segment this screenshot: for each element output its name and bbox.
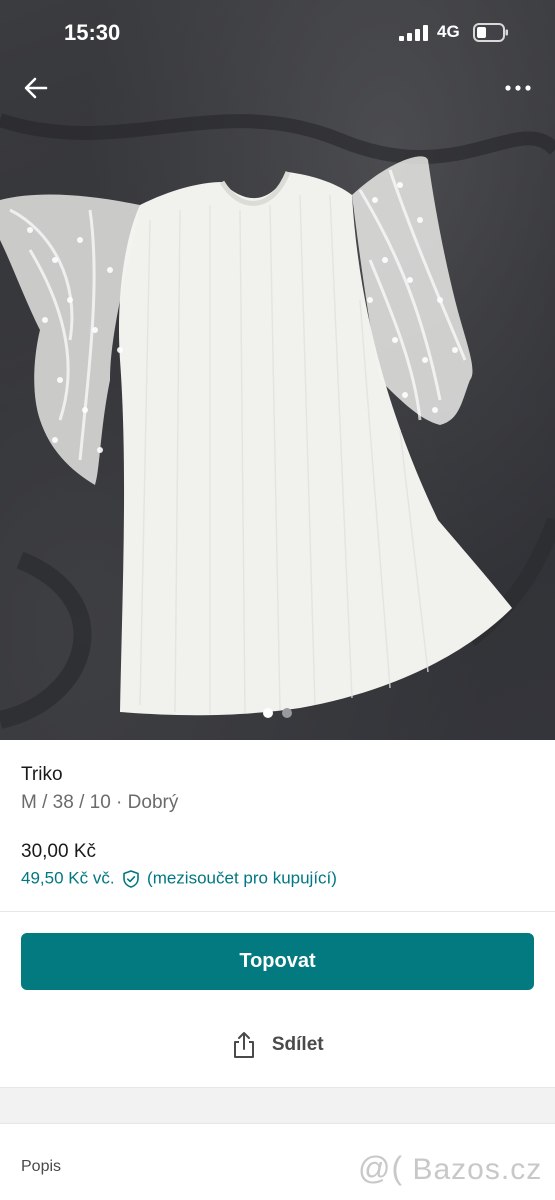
watermark-text: Bazos.cz — [412, 1153, 543, 1186]
share-label: Sdílet — [271, 1034, 324, 1055]
garment-image — [0, 113, 555, 729]
item-details: M / 38 / 10 · Dobrý — [21, 792, 179, 813]
buyer-price: 49,50 Kč vč. — [21, 868, 115, 888]
description-heading: Popis — [21, 1158, 62, 1175]
gallery-pagination — [0, 708, 555, 720]
bump-button[interactable]: Topovat — [21, 933, 534, 990]
item-photo[interactable]: 15:30 4G — [0, 0, 555, 740]
status-time: 15:30 — [64, 20, 121, 45]
gallery-dot[interactable] — [281, 708, 292, 718]
network-type: 4G — [437, 22, 460, 41]
buyer-price-note: (mezisoučet pro kupující) — [147, 868, 337, 888]
divider — [0, 911, 555, 912]
item-price: 30,00 Kč — [21, 841, 96, 862]
gallery-dot-active[interactable] — [263, 708, 274, 718]
arrow-left-icon[interactable] — [20, 72, 52, 104]
status-bar: 15:30 4G — [0, 0, 555, 66]
buyer-price-info[interactable]: 49,50 Kč vč. (mezisoučet pro kupující) — [21, 868, 337, 890]
more-horizontal-icon[interactable] — [502, 76, 534, 100]
battery-icon — [473, 23, 508, 42]
signal-icon — [399, 25, 428, 41]
item-title: Triko — [21, 764, 63, 785]
watermark-logo: @( — [358, 1150, 404, 1186]
share-icon — [234, 1032, 255, 1058]
section-separator — [0, 1087, 555, 1124]
site-watermark: @( Bazos.cz — [358, 1150, 542, 1187]
share-button[interactable]: Sdílet — [0, 1030, 555, 1070]
shield-check-icon — [123, 869, 140, 888]
